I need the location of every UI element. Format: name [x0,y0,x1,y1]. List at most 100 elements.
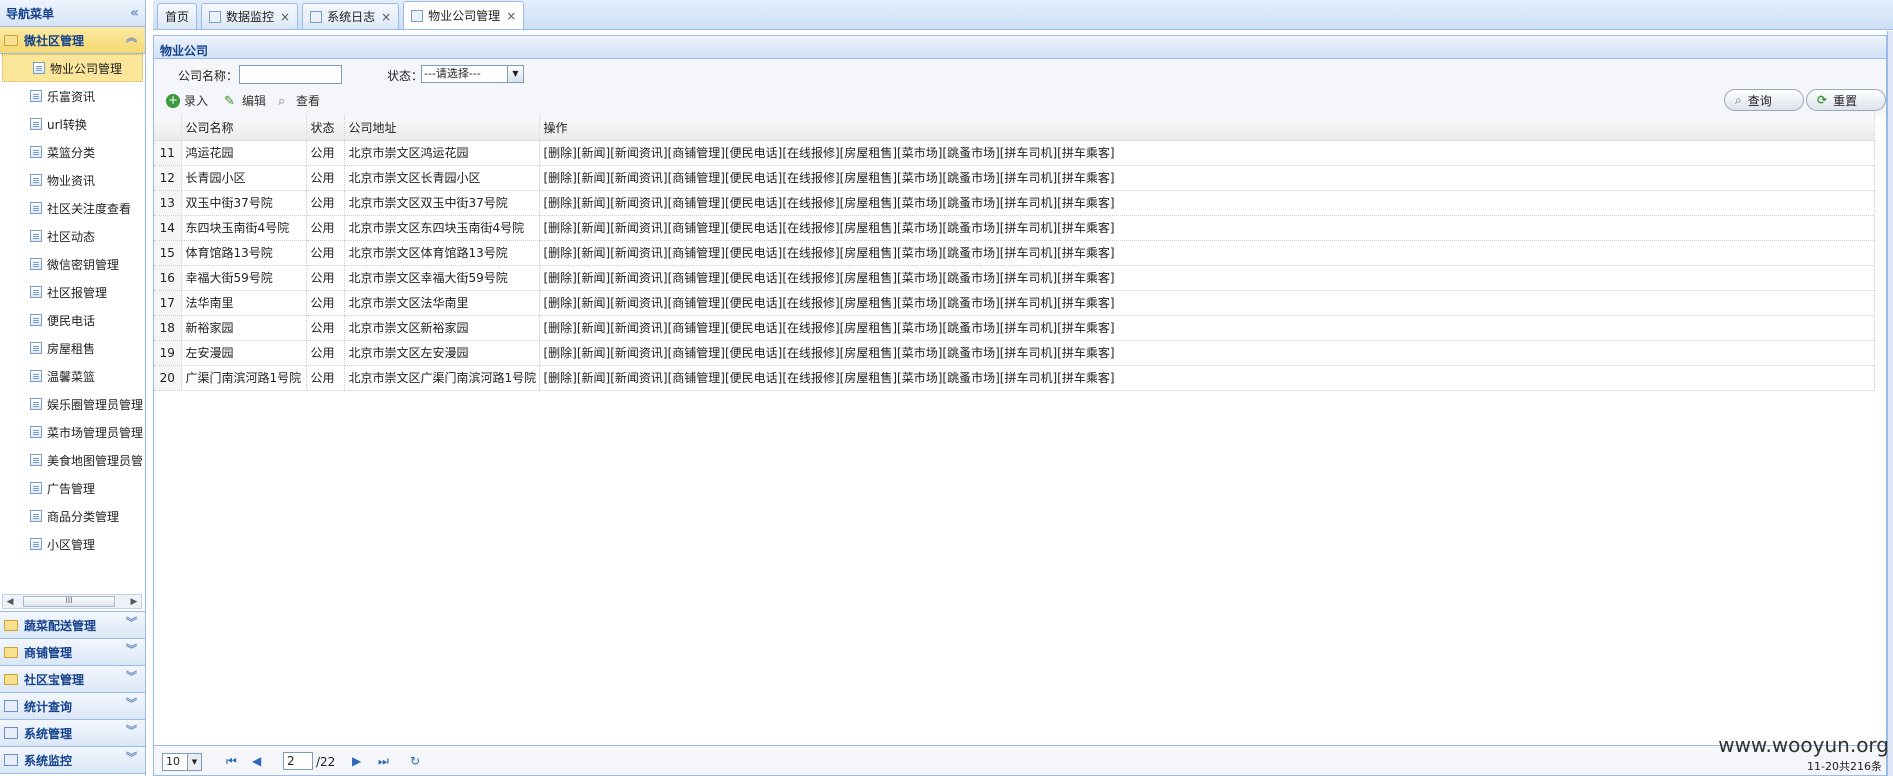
folder-icon [4,646,18,658]
sidebar-item[interactable]: 广告管理 [0,474,145,502]
add-button[interactable]: + 录入 [166,92,208,109]
sidebar-item[interactable]: 房屋租售 [0,334,145,362]
actions-cell[interactable]: [删除][新闻][新闻资讯][商铺管理][便民电话][在线报修][房屋租售][菜… [539,215,1875,241]
sidebar-item[interactable]: 娱乐圈管理员管理 [0,390,145,418]
scroll-thumb[interactable]: III [23,596,115,607]
dropdown-arrow-icon[interactable]: ▼ [187,754,201,770]
table-row[interactable]: 15 体育馆路13号院 公用 北京市崇文区体育馆路13号院 [删除][新闻][新闻资讯]… [154,240,1875,266]
nav-group[interactable]: 统计查询 ︾ [0,693,145,720]
tab[interactable]: 首页 [157,3,198,29]
sidebar-item[interactable]: 物业公司管理 [2,54,143,82]
scroll-right-icon[interactable]: ▶ [127,597,141,607]
sidebar-item[interactable]: 社区报管理 [0,278,145,306]
company-name-cell: 法华南里 [181,290,307,316]
chevron-down-icon[interactable]: ︾ [126,698,137,709]
sidebar-item[interactable]: 微信密钥管理 [0,250,145,278]
tab[interactable]: 数据监控 × [201,3,299,29]
view-button[interactable]: ⌕ 查看 [278,92,320,109]
sidebar-item[interactable]: 菜市场管理员管理 [0,418,145,446]
sidebar-item[interactable]: 菜篮分类 [0,138,145,166]
actions-cell[interactable]: [删除][新闻][新闻资讯][商铺管理][便民电话][在线报修][房屋租售][菜… [539,265,1875,291]
page-icon [30,314,42,326]
nav-group[interactable]: 商铺管理 ︾ [0,639,145,666]
nav-group[interactable]: 系统管理 ︾ [0,720,145,747]
actions-cell[interactable]: [删除][新闻][新闻资讯][商铺管理][便民电话][在线报修][房屋租售][菜… [539,240,1875,266]
close-icon[interactable]: × [280,10,290,24]
last-page-icon[interactable]: ⏭ [378,754,389,769]
address-cell: 北京市崇文区左安漫园 [344,340,540,366]
actions-cell[interactable]: [删除][新闻][新闻资讯][商铺管理][便民电话][在线报修][房屋租售][菜… [539,315,1875,341]
sidebar-item[interactable]: 商品分类管理 [0,502,145,530]
nav-group-open[interactable]: 微社区管理 ︽ [0,27,145,54]
nav-horizontal-scrollbar[interactable]: ◀ III ▶ [2,594,142,609]
address-cell: 北京市崇文区体育馆路13号院 [344,240,540,266]
dropdown-arrow-icon[interactable]: ▼ [507,66,523,82]
nav-group[interactable]: 系统监控 ︾ [0,747,145,774]
nav-group[interactable]: 社区宝管理 ︾ [0,666,145,693]
row-number: 14 [154,215,182,241]
company-name-input[interactable] [239,65,342,84]
chevron-down-icon[interactable]: ︾ [126,644,137,655]
page-icon [30,286,42,298]
row-number: 18 [154,315,182,341]
chevron-down-icon[interactable]: ︾ [126,752,137,763]
page-size-select[interactable]: 10 ▼ [162,753,202,771]
query-button[interactable]: ⌕ 查询 [1724,89,1804,111]
actions-cell[interactable]: [删除][新闻][新闻资讯][商铺管理][便民电话][在线报修][房屋租售][菜… [539,290,1875,316]
edit-button[interactable]: ✎ 编辑 [224,92,266,109]
table-row[interactable]: 12 长青园小区 公用 北京市崇文区长青园小区 [删除][新闻][新闻资讯][商铺管理]… [154,165,1875,191]
tab-page-icon [310,10,323,23]
scroll-left-icon[interactable]: ◀ [3,597,17,607]
collapse-left-icon[interactable]: « [130,5,139,21]
tab[interactable]: 系统日志 × [302,3,400,29]
status-cell: 公用 [306,165,345,191]
first-page-icon[interactable]: ⏮ [226,754,237,769]
table-row[interactable]: 11 鸿运花园 公用 北京市崇文区鸿运花园 [删除][新闻][新闻资讯][商铺管理][便… [154,140,1875,166]
reset-button[interactable]: ⟳ 重置 [1806,89,1886,111]
table-row[interactable]: 20 广渠门南滨河路1号院 公用 北京市崇文区广渠门南滨河路1号院 [删除][新闻][新… [154,365,1875,391]
status-select[interactable]: ---请选择--- ▼ [421,65,524,83]
sidebar-item[interactable]: 物业资讯 [0,166,145,194]
close-icon[interactable]: × [506,9,516,23]
sidebar-item[interactable]: 美食地图管理员管 [0,446,145,474]
table-row[interactable]: 14 东四块玉南街4号院 公用 北京市崇文区东四块玉南街4号院 [删除][新闻][新闻资… [154,215,1875,241]
sidebar-item-label: 社区动态 [47,229,96,244]
table-row[interactable]: 17 法华南里 公用 北京市崇文区法华南里 [删除][新闻][新闻资讯][商铺管理][便… [154,290,1875,316]
company-name-cell: 双玉中街37号院 [181,190,307,216]
chevron-up-icon[interactable]: ︽ [126,32,137,43]
sidebar-item[interactable]: url转换 [0,110,145,138]
next-page-icon[interactable]: ▶ [352,754,361,768]
status-cell: 公用 [306,265,345,291]
chevron-down-icon[interactable]: ︾ [126,671,137,682]
sidebar-item-label: 广告管理 [47,481,96,496]
chevron-down-icon[interactable]: ︾ [126,617,137,628]
tab[interactable]: 物业公司管理 × [403,1,525,29]
actions-cell[interactable]: [删除][新闻][新闻资讯][商铺管理][便民电话][在线报修][房屋租售][菜… [539,165,1875,191]
current-page-input[interactable]: 2 [283,752,313,770]
table-row[interactable]: 18 新裕家园 公用 北京市崇文区新裕家园 [删除][新闻][新闻资讯][商铺管理][便… [154,315,1875,341]
nav-group[interactable]: 蔬菜配送管理 ︾ [0,612,145,639]
column-header-actions[interactable]: 操作 [539,115,1875,141]
sidebar-item[interactable]: 乐富资讯 [0,82,145,110]
column-header-company[interactable]: 公司名称 [181,115,307,141]
close-icon[interactable]: × [381,10,391,24]
column-header-status[interactable]: 状态 [306,115,345,141]
sidebar-item[interactable]: 社区动态 [0,222,145,250]
page-icon [30,482,42,494]
chevron-down-icon[interactable]: ︾ [126,725,137,736]
sidebar-item[interactable]: 便民电话 [0,306,145,334]
actions-cell[interactable]: [删除][新闻][新闻资讯][商铺管理][便民电话][在线报修][房屋租售][菜… [539,340,1875,366]
column-header-address[interactable]: 公司地址 [344,115,540,141]
actions-cell[interactable]: [删除][新闻][新闻资讯][商铺管理][便民电话][在线报修][房屋租售][菜… [539,190,1875,216]
sidebar-item[interactable]: 小区管理 [0,530,145,558]
sidebar-item[interactable]: 温馨菜篮 [0,362,145,390]
refresh-icon[interactable]: ↻ [410,754,420,768]
sidebar-item[interactable]: 社区关注度查看 [0,194,145,222]
table-row[interactable]: 16 幸福大街59号院 公用 北京市崇文区幸福大街59号院 [删除][新闻][新闻资讯]… [154,265,1875,291]
actions-cell[interactable]: [删除][新闻][新闻资讯][商铺管理][便民电话][在线报修][房屋租售][菜… [539,365,1875,391]
prev-page-icon[interactable]: ◀ [252,754,261,768]
table-row[interactable]: 19 左安漫园 公用 北京市崇文区左安漫园 [删除][新闻][新闻资讯][商铺管理][便… [154,340,1875,366]
table-row[interactable]: 13 双玉中街37号院 公用 北京市崇文区双玉中街37号院 [删除][新闻][新闻资讯]… [154,190,1875,216]
page-icon [30,90,42,102]
actions-cell[interactable]: [删除][新闻][新闻资讯][商铺管理][便民电话][在线报修][房屋租售][菜… [539,140,1875,166]
